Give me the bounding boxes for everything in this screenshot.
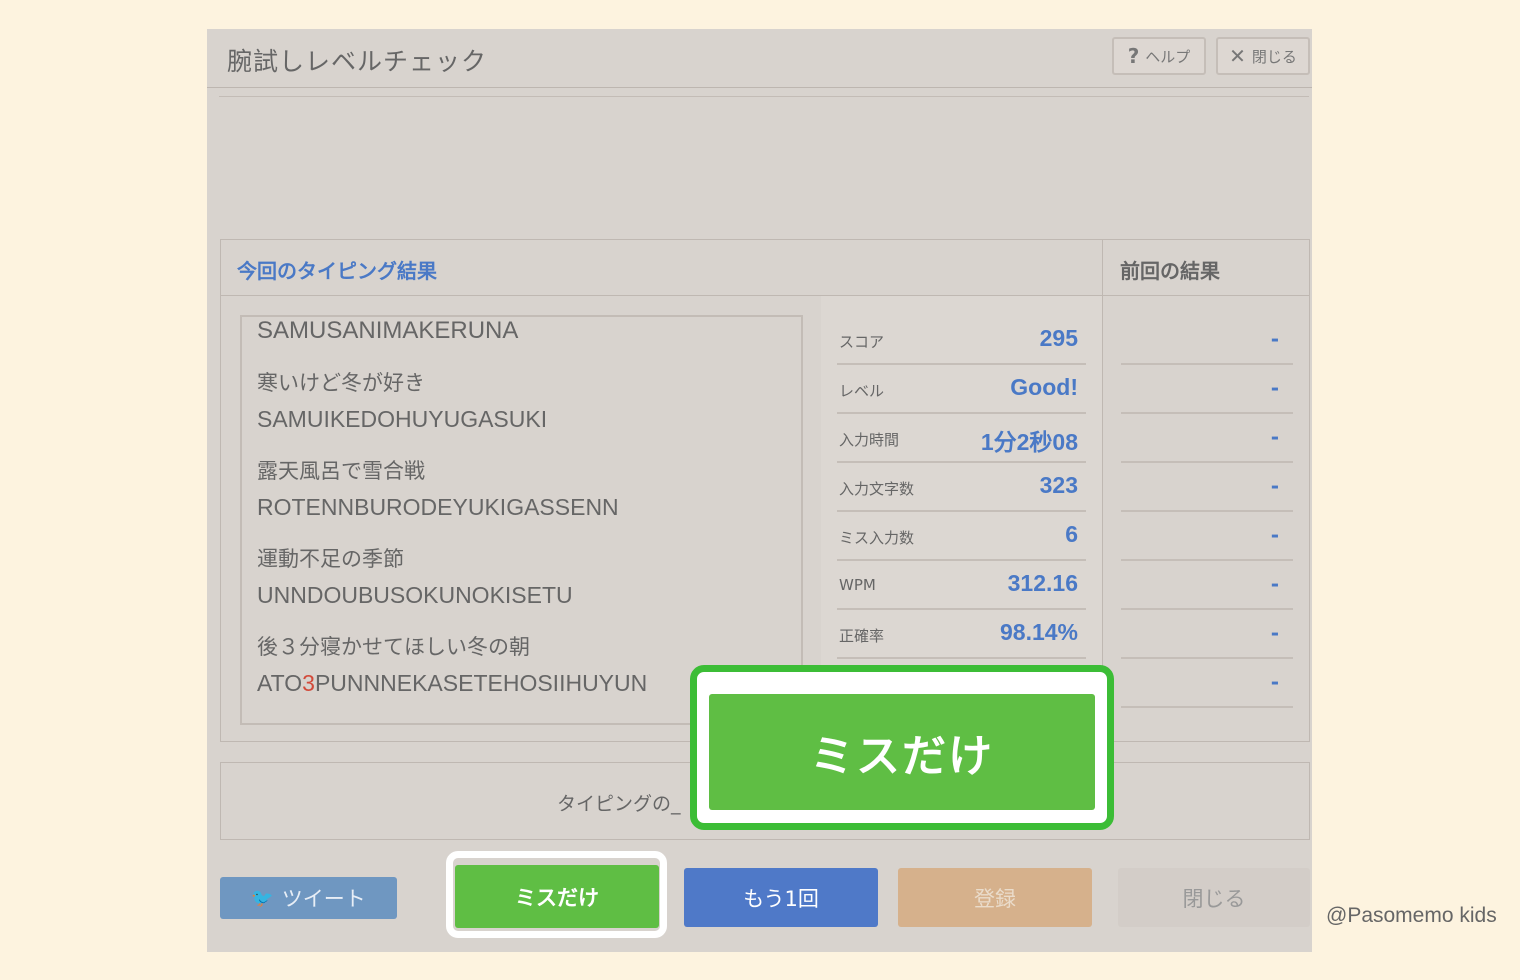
- stat-value: 323: [1039, 472, 1078, 498]
- credit-text: @Pasomemo kids: [1326, 904, 1497, 927]
- log-japanese: 露天風呂で雪合戦: [257, 459, 425, 483]
- tweet-label: ツイート: [281, 887, 366, 911]
- close-button[interactable]: 閉じる: [1118, 868, 1310, 927]
- close-header-button[interactable]: ✕ 閉じる: [1216, 37, 1310, 75]
- romaji-text: ATO: [257, 670, 303, 696]
- miss-character: 3: [302, 670, 315, 696]
- previous-time: -: [1121, 413, 1293, 463]
- stat-row-accuracy: 正確率 98.14%: [837, 609, 1086, 659]
- tweet-button[interactable]: 🐦 ツイート: [220, 877, 397, 919]
- typing-log[interactable]: SAMUSANIMAKERUNA 寒いけど冬が好き SAMUIKEDOHUYUG…: [240, 315, 803, 725]
- log-japanese: 寒いけど冬が好き: [257, 371, 425, 395]
- stat-label: スコア: [839, 333, 885, 351]
- previous-value: -: [1270, 523, 1279, 547]
- previous-value: -: [1270, 572, 1279, 596]
- close-icon: ✕: [1229, 44, 1246, 68]
- current-results-title: 今回のタイピング結果: [237, 259, 437, 283]
- title-bar: 腕試しレベルチェック ? ヘルプ ✕ 閉じる: [207, 29, 1312, 88]
- stat-label: レベル: [839, 382, 885, 400]
- register-button[interactable]: 登録: [898, 868, 1092, 927]
- previous-value: -: [1270, 670, 1279, 694]
- log-romaji: ROTENNBURODEYUKIGASSENN: [257, 494, 619, 520]
- log-romaji: SAMUIKEDOHUYUGASUKI: [257, 406, 548, 432]
- dialog-title: 腕試しレベルチェック: [227, 47, 488, 76]
- stat-value: 295: [1039, 325, 1078, 351]
- twitter-bird-icon: 🐦: [251, 887, 274, 909]
- help-label: ヘルプ: [1145, 47, 1191, 66]
- romaji-text: PUNNNEKASETEHOSIIHUYUN: [314, 670, 648, 696]
- stat-label: 入力文字数: [839, 480, 915, 498]
- results-header: 今回のタイピング結果 前回の結果: [221, 240, 1309, 296]
- stat-row-misses: ミス入力数 6: [837, 511, 1086, 561]
- log-japanese: 運動不足の季節: [257, 547, 404, 571]
- retry-button[interactable]: もう1回: [684, 868, 878, 927]
- zoom-miss-only-button[interactable]: ミスだけ: [709, 694, 1095, 810]
- stat-row-level: レベル Good!: [837, 364, 1086, 414]
- stat-label: ミス入力数: [839, 529, 915, 547]
- previous-score: -: [1121, 315, 1293, 365]
- log-romaji: ATO3PUNNNEKASETEHOSIIHUYUN: [257, 665, 647, 701]
- stat-row-time: 入力時間 1分2秒08: [837, 413, 1086, 463]
- previous-value: -: [1270, 327, 1279, 351]
- stat-value: 98.14%: [999, 619, 1078, 645]
- close-header-label: 閉じる: [1251, 47, 1297, 66]
- miss-only-button[interactable]: ミスだけ: [455, 865, 659, 928]
- previous-value: -: [1270, 376, 1279, 400]
- help-button[interactable]: ? ヘルプ: [1112, 37, 1206, 75]
- log-japanese: 後３分寝かせてほしい冬の朝: [257, 635, 530, 659]
- log-entry: 露天風呂で雪合戦 ROTENNBURODEYUKIGASSENN: [257, 453, 619, 525]
- previous-chars: -: [1121, 462, 1293, 512]
- stat-label: 正確率: [839, 627, 885, 645]
- previous-level: -: [1121, 364, 1293, 414]
- previous-extra: -: [1121, 658, 1293, 708]
- share-text: タイピングの_: [557, 793, 681, 815]
- log-romaji: UNNDOUBUSOKUNOKISETU: [257, 582, 573, 608]
- stat-row-score: スコア 295: [837, 315, 1086, 365]
- log-entry: 後３分寝かせてほしい冬の朝 ATO3PUNNNEKASETEHOSIIHUYUN: [257, 629, 647, 701]
- previous-results-title: 前回の結果: [1120, 259, 1220, 283]
- question-icon: ?: [1127, 44, 1140, 68]
- log-line: SAMUSANIMAKERUNA: [257, 317, 519, 344]
- log-entry: 寒いけど冬が好き SAMUIKEDOHUYUGASUKI: [257, 365, 547, 437]
- stat-value: Good!: [1010, 374, 1078, 400]
- previous-value: -: [1270, 621, 1279, 645]
- previous-value: -: [1270, 474, 1279, 498]
- stat-label: 入力時間: [839, 431, 900, 449]
- stat-value: 6: [1065, 521, 1078, 547]
- log-entry: 運動不足の季節 UNNDOUBUSOKUNOKISETU: [257, 541, 573, 613]
- previous-misses: -: [1121, 511, 1293, 561]
- stat-value: 312.16: [1007, 570, 1078, 596]
- stat-row-wpm: WPM 312.16: [837, 560, 1086, 610]
- previous-wpm: -: [1121, 560, 1293, 610]
- previous-value: -: [1270, 425, 1279, 449]
- stat-label: WPM: [839, 576, 876, 594]
- previous-accuracy: -: [1121, 609, 1293, 659]
- stat-value: 1分2秒08: [980, 429, 1078, 455]
- divider: [219, 96, 1309, 97]
- stat-row-chars: 入力文字数 323: [837, 462, 1086, 512]
